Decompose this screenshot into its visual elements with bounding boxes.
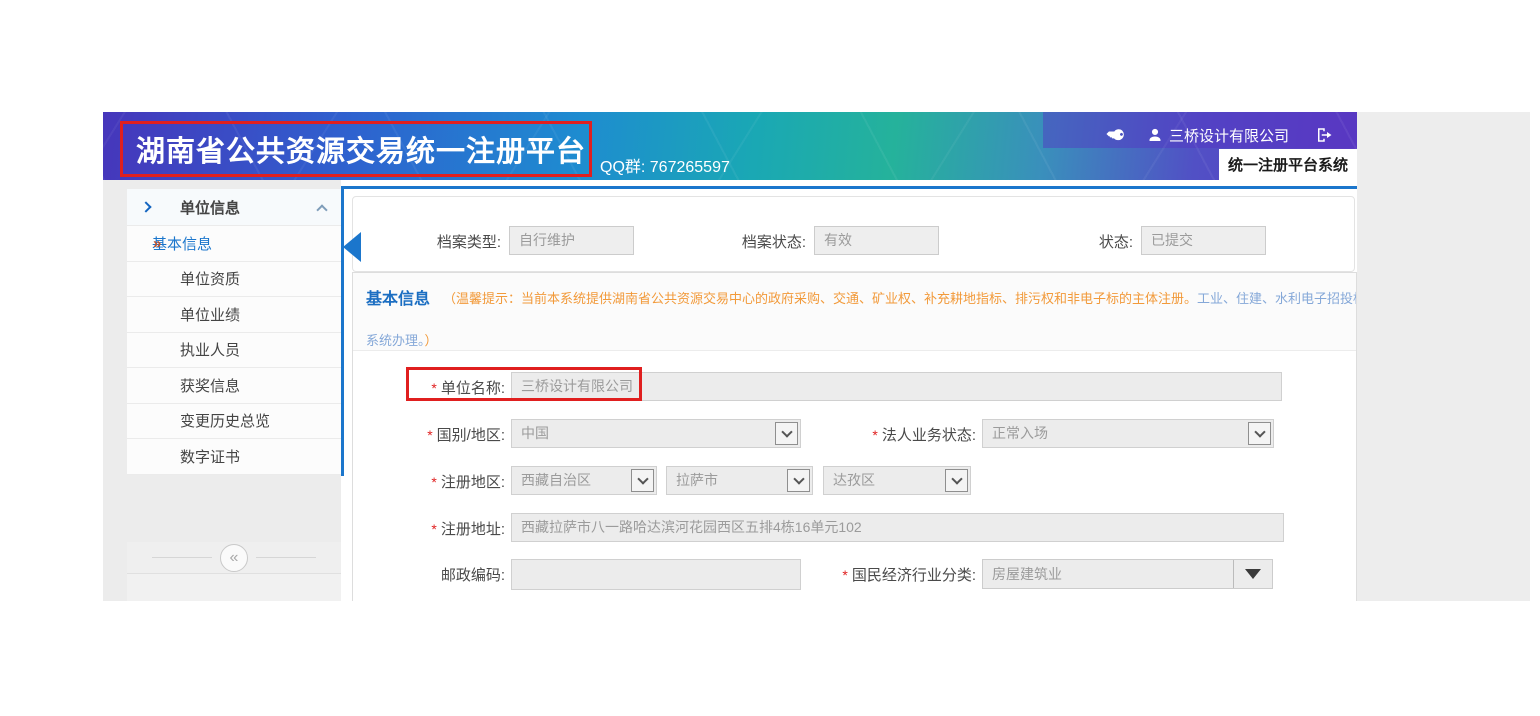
sidebar-group-unit-info[interactable]: 单位信息	[127, 189, 341, 226]
legal-status-label: *法人业务状态:	[813, 424, 976, 445]
user-account[interactable]: 三桥设计有限公司	[1147, 125, 1289, 146]
password-key-icon[interactable]	[1103, 122, 1129, 148]
postcode-label: 邮政编码:	[353, 564, 505, 585]
section-header: 基本信息 （温馨提示：当前本系统提供湖南省公共资源交易中心的政府采购、交通、矿业…	[353, 273, 1356, 351]
legal-status-select[interactable]: 正常入场	[982, 419, 1274, 448]
sidebar: 单位信息 » 基本信息 单位资质 单位业绩 执业人员 获奖信息 变更历史总览	[103, 180, 341, 601]
province-select[interactable]: 西藏自治区	[511, 466, 657, 495]
sidebar-accent-line	[341, 186, 344, 476]
sidebar-empty-area	[127, 574, 341, 601]
select-chevron-icon	[775, 422, 798, 445]
postcode-input[interactable]	[511, 559, 801, 590]
section-tip-line2: 系统办理。）	[366, 330, 438, 349]
sidebar-collapse-bar: «	[127, 542, 341, 574]
collapse-sidebar-icon[interactable]: «	[220, 544, 248, 572]
country-label: *国别/地区:	[353, 424, 505, 445]
sidebar-group-label: 单位信息	[180, 197, 240, 218]
sidebar-menu: 单位信息 » 基本信息 单位资质 单位业绩 执业人员 获奖信息 变更历史总览	[127, 189, 341, 475]
city-select[interactable]: 拉萨市	[666, 466, 813, 495]
industry-select[interactable]: 房屋建筑业	[982, 559, 1273, 589]
content-top-accent-line	[341, 186, 1357, 189]
reg-address-label: *注册地址:	[353, 518, 505, 539]
select-chevron-icon	[1248, 422, 1271, 445]
sidebar-item-unit-qualification[interactable]: 单位资质	[127, 262, 341, 298]
qq-group-label: QQ群: 767265597	[600, 153, 730, 177]
sidebar-item-awards[interactable]: 获奖信息	[127, 368, 341, 404]
title-annotation-box: 湖南省公共资源交易统一注册平台	[120, 121, 592, 177]
district-select[interactable]: 达孜区	[823, 466, 971, 495]
section-title: 基本信息	[366, 285, 430, 309]
active-item-icon: »	[153, 235, 161, 252]
country-select[interactable]: 中国	[511, 419, 801, 448]
archive-status-field: 有效	[814, 226, 939, 255]
chevron-right-icon	[140, 201, 151, 212]
sidebar-item-digital-certificate[interactable]: 数字证书	[127, 439, 341, 475]
page-title: 湖南省公共资源交易统一注册平台	[123, 128, 586, 170]
active-item-pointer	[343, 232, 361, 262]
archive-type-label: 档案类型:	[381, 231, 501, 252]
sidebar-item-change-history[interactable]: 变更历史总览	[127, 404, 341, 440]
status-field: 已提交	[1141, 226, 1266, 255]
logout-icon[interactable]	[1311, 122, 1337, 148]
select-chevron-icon	[631, 469, 654, 492]
sidebar-item-practitioners[interactable]: 执业人员	[127, 333, 341, 369]
reg-address-input[interactable]: 西藏拉萨市八一路哈达滨河花园西区五排4栋16单元102	[511, 513, 1284, 542]
user-icon	[1147, 127, 1163, 143]
app-header: 湖南省公共资源交易统一注册平台 QQ群: 767265597 三桥设计有限公司 …	[103, 112, 1357, 180]
unit-name-label: *单位名称:	[353, 377, 505, 398]
sidebar-item-basic-info[interactable]: » 基本信息	[127, 226, 341, 262]
system-tab[interactable]: 统一注册平台系统	[1219, 149, 1357, 180]
company-name: 三桥设计有限公司	[1169, 125, 1289, 146]
archive-status-label: 档案状态:	[686, 231, 806, 252]
select-chevron-icon	[787, 469, 810, 492]
status-label: 状态:	[1053, 231, 1133, 252]
select-chevron-icon	[945, 469, 968, 492]
chevron-up-icon	[316, 204, 327, 215]
status-panel: 档案类型: 自行维护 档案状态: 有效 状态: 已提交	[352, 196, 1355, 272]
app-window: 湖南省公共资源交易统一注册平台 QQ群: 767265597 三桥设计有限公司 …	[103, 112, 1530, 601]
basic-info-section: 基本信息 （温馨提示：当前本系统提供湖南省公共资源交易中心的政府采购、交通、矿业…	[352, 272, 1357, 601]
dropdown-triangle-icon[interactable]	[1233, 560, 1272, 588]
sidebar-item-unit-performance[interactable]: 单位业绩	[127, 297, 341, 333]
unit-name-input[interactable]: 三桥设计有限公司	[511, 372, 1282, 401]
section-tip-line1: （温馨提示：当前本系统提供湖南省公共资源交易中心的政府采购、交通、矿业权、补充耕…	[443, 288, 1357, 307]
archive-type-field: 自行维护	[509, 226, 634, 255]
reg-region-label: *注册地区:	[353, 471, 505, 492]
industry-label: *国民经济行业分类:	[813, 564, 976, 585]
